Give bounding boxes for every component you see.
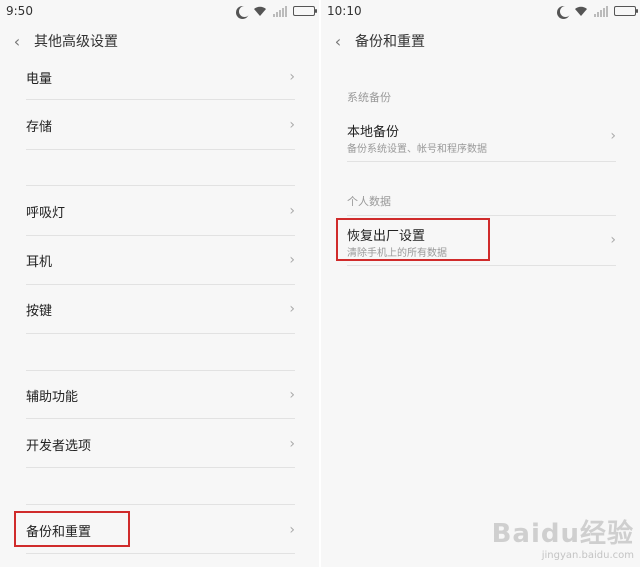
signal-icon: [273, 5, 287, 17]
signal-icon: [594, 5, 608, 17]
screenshot-composite: 9:50 ‹ 其他高级设置 电量 › 存储 › 呼吸灯 › 耳机 › 按键 › …: [0, 0, 640, 567]
settings-item-buttons[interactable]: 按键 ›: [0, 290, 319, 328]
chevron-right-icon: ›: [289, 69, 295, 85]
other-advanced-settings-screen: 9:50 ‹ 其他高级设置 电量 › 存储 › 呼吸灯 › 耳机 › 按键 › …: [0, 0, 319, 567]
header: ‹ 其他高级设置: [0, 24, 319, 58]
chevron-right-icon: ›: [289, 252, 295, 268]
moon-icon: [239, 6, 250, 17]
item-label: 存储: [26, 119, 53, 135]
settings-item-breathing-light[interactable]: 呼吸灯 ›: [0, 192, 319, 230]
settings-item-storage[interactable]: 存储 ›: [0, 106, 319, 144]
section-label-personal-data: 个人数据: [347, 195, 391, 208]
chevron-right-icon: ›: [289, 522, 295, 538]
separator: [347, 265, 616, 266]
moon-icon: [560, 6, 571, 17]
separator: [26, 553, 295, 554]
separator: [26, 370, 295, 371]
status-time: 9:50: [6, 4, 33, 18]
item-label: 呼吸灯: [26, 205, 66, 221]
wifi-icon: [253, 5, 267, 17]
chevron-right-icon: ›: [289, 301, 295, 317]
separator: [26, 235, 295, 236]
page-title: 其他高级设置: [34, 34, 118, 50]
chevron-right-icon: ›: [289, 203, 295, 219]
battery-icon: [293, 6, 317, 16]
chevron-right-icon: ›: [289, 117, 295, 133]
settings-item-battery[interactable]: 电量 ›: [0, 58, 319, 96]
separator: [26, 284, 295, 285]
separator: [26, 99, 295, 100]
chevron-right-icon: ›: [610, 232, 616, 248]
separator: [26, 504, 295, 505]
settings-item-developer-options[interactable]: 开发者选项 ›: [0, 425, 319, 463]
chevron-right-icon: ›: [289, 387, 295, 403]
status-time: 10:10: [327, 4, 362, 18]
item-label: 按键: [26, 303, 53, 319]
separator: [26, 333, 295, 334]
chevron-left-icon: ‹: [334, 31, 342, 51]
settings-item-accessibility[interactable]: 辅助功能 ›: [0, 376, 319, 414]
backup-reset-screen: 10:10 ‹ 备份和重置 系统备份 本地备份 备份系统设置、帐号和程序数据 ›: [321, 0, 640, 567]
separator: [26, 149, 295, 150]
status-icons: [236, 4, 317, 18]
back-button[interactable]: ‹: [321, 24, 355, 58]
settings-item-local-backup[interactable]: 本地备份 备份系统设置、帐号和程序数据 ›: [321, 112, 640, 160]
item-label: 耳机: [26, 254, 53, 270]
settings-item-headphones[interactable]: 耳机 ›: [0, 241, 319, 279]
chevron-right-icon: ›: [289, 436, 295, 452]
chevron-left-icon: ‹: [13, 31, 21, 51]
watermark-url: jingyan.baidu.com: [541, 550, 634, 561]
item-label: 开发者选项: [26, 438, 92, 454]
item-label: 辅助功能: [26, 389, 79, 405]
wifi-icon: [574, 5, 588, 17]
battery-icon: [614, 6, 638, 16]
back-button[interactable]: ‹: [0, 24, 34, 58]
header: ‹ 备份和重置: [321, 24, 640, 58]
separator: [26, 185, 295, 186]
watermark: Baidu经验 jingyan.baidu.com: [492, 513, 634, 561]
highlight-box: [336, 218, 490, 261]
status-bar: 10:10: [321, 0, 640, 24]
status-icons: [557, 4, 638, 18]
separator: [347, 161, 616, 162]
highlight-box: [14, 511, 130, 547]
chevron-right-icon: ›: [610, 128, 616, 144]
section-label-system-backup: 系统备份: [347, 91, 391, 104]
page-title: 备份和重置: [355, 34, 425, 50]
item-label: 本地备份: [347, 125, 400, 140]
separator: [26, 418, 295, 419]
separator: [26, 467, 295, 468]
item-label: 电量: [26, 71, 53, 87]
status-bar: 9:50: [0, 0, 319, 24]
item-subtitle: 备份系统设置、帐号和程序数据: [347, 144, 487, 155]
watermark-logo: Baidu经验: [491, 519, 634, 549]
